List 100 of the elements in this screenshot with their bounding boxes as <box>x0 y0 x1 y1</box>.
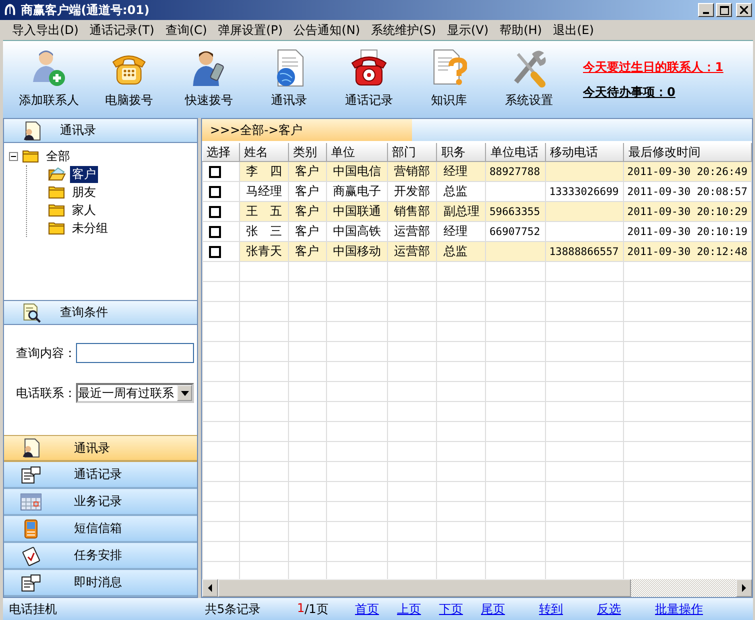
folder-icon <box>22 149 40 163</box>
tree-item[interactable]: 家人 <box>70 202 98 218</box>
document-question-icon <box>431 48 467 88</box>
checkbox[interactable] <box>209 246 221 258</box>
close-button[interactable] <box>736 3 752 17</box>
document-magnifier-icon <box>22 302 42 322</box>
caret-icon <box>180 390 188 396</box>
toolbar-button[interactable]: 电脑拨号 <box>89 46 169 112</box>
record-count: 共5条记录 <box>204 600 262 618</box>
menu-item[interactable]: 通话记录(T) <box>84 22 160 38</box>
table-cell: 客户 <box>288 242 326 262</box>
table-cell: 经理 <box>436 162 486 182</box>
nav-item[interactable]: 即时消息 <box>4 570 197 597</box>
menu-item[interactable]: 弹屏设置(P) <box>213 22 288 38</box>
table-cell: 中国移动 <box>326 242 388 262</box>
toolbar-button[interactable]: 通讯录 <box>249 46 329 112</box>
close-icon <box>740 6 748 14</box>
toolbar-button[interactable]: 快速拨号 <box>169 46 249 112</box>
notice-link[interactable]: 今天待办事项：0 <box>583 84 724 100</box>
pager-link[interactable]: 上页 <box>397 600 421 618</box>
nav-item[interactable]: 短信信箱 <box>4 516 197 543</box>
table-cell: 总监 <box>436 242 486 262</box>
toolbar-button[interactable]: 通话记录 <box>329 46 409 112</box>
column-header[interactable]: 最后修改时间 <box>624 143 752 162</box>
scrollbar-thumb[interactable] <box>218 579 630 597</box>
calendar-icon <box>20 492 42 510</box>
dropdown[interactable]: 最近一周有过联系 <box>76 383 194 403</box>
collapse-toggle-icon[interactable] <box>9 152 18 160</box>
table-cell: 李 四 <box>240 162 289 182</box>
tree-item[interactable]: 客户 <box>70 166 98 182</box>
folder-icon <box>48 185 66 199</box>
checkbox[interactable] <box>209 186 221 198</box>
left-arrow-icon <box>207 584 213 592</box>
window-title: 商赢客户端(通道号:01) <box>21 2 150 18</box>
column-header[interactable]: 单位 <box>326 143 388 162</box>
toolbar-button[interactable]: 添加联系人 <box>9 46 89 112</box>
minimize-button[interactable] <box>698 3 714 17</box>
table-cell: 2011-09-30 20:10:29 <box>624 202 752 222</box>
column-header[interactable]: 职务 <box>436 143 486 162</box>
column-header[interactable]: 部门 <box>387 143 437 162</box>
maximize-icon <box>720 6 728 14</box>
table-cell: 88927788 <box>486 162 546 182</box>
status-text: 电话挂机 <box>8 600 58 618</box>
panel-title: 通讯录 <box>60 122 96 139</box>
telephone-icon <box>349 48 389 88</box>
column-header[interactable]: 选择 <box>202 143 240 162</box>
table-cell: 中国联通 <box>326 202 388 222</box>
table-cell: 运营部 <box>387 242 437 262</box>
table-cell: 客户 <box>288 162 326 182</box>
add-person-icon <box>31 48 67 88</box>
toolbar-button[interactable]: 知识库 <box>409 46 489 112</box>
table-cell: 营销部 <box>387 162 437 182</box>
menu-item[interactable]: 公告通知(N) <box>288 22 366 38</box>
nav-item[interactable]: 通话记录 <box>4 462 197 489</box>
menu-item[interactable]: 查询(C) <box>160 22 212 38</box>
tree-item[interactable]: 全部 <box>44 148 72 164</box>
checkbox[interactable] <box>209 226 221 238</box>
pager-link[interactable]: 首页 <box>355 600 379 618</box>
scroll-left-button[interactable] <box>202 579 218 597</box>
nav-item[interactable]: 通讯录 <box>4 435 197 462</box>
tree-item[interactable]: 朋友 <box>70 184 98 200</box>
pager-link[interactable]: 批量操作 <box>655 600 703 618</box>
checkbox[interactable] <box>209 206 221 218</box>
column-header[interactable]: 单位电话 <box>486 143 546 162</box>
tree-item[interactable]: 未分组 <box>70 220 110 236</box>
message-note-icon <box>21 574 41 592</box>
current-page: 1 <box>297 600 305 616</box>
maximize-button[interactable] <box>716 3 732 17</box>
column-header[interactable]: 类别 <box>288 143 326 162</box>
column-header[interactable]: 姓名 <box>240 143 289 162</box>
query-input[interactable] <box>76 343 194 363</box>
app-icon <box>3 3 17 17</box>
table-cell: 王 五 <box>240 202 289 222</box>
pager-link[interactable]: 反选 <box>597 600 621 618</box>
menu-item[interactable]: 显示(V) <box>442 22 494 38</box>
pager-link[interactable]: 尾页 <box>481 600 505 618</box>
contact-card-icon <box>22 120 42 140</box>
menu-item[interactable]: 退出(E) <box>548 22 599 38</box>
menu-item[interactable]: 帮助(H) <box>494 22 547 38</box>
pager-link[interactable]: 下页 <box>439 600 463 618</box>
menu-item[interactable]: 系统维护(S) <box>366 22 441 38</box>
table-cell: 2011-09-30 20:26:49 <box>624 162 752 182</box>
field-label: 电话联系： <box>16 384 76 402</box>
panel-title: 查询条件 <box>60 304 108 321</box>
table-cell: 59663355 <box>486 202 546 222</box>
table-cell: 13888866557 <box>546 242 624 262</box>
folder-icon <box>48 203 66 217</box>
table-cell: 中国电信 <box>326 162 388 182</box>
horizontal-scrollbar[interactable] <box>202 579 752 597</box>
nav-item[interactable]: 任务安排 <box>4 543 197 570</box>
table-cell: 销售部 <box>387 202 437 222</box>
contact-card-icon <box>21 438 41 458</box>
nav-item[interactable]: 业务记录 <box>4 489 197 516</box>
menu-item[interactable]: 导入导出(D) <box>7 22 84 38</box>
checkbox[interactable] <box>209 166 221 178</box>
toolbar-button[interactable]: 系统设置 <box>489 46 569 112</box>
folder-icon <box>48 221 66 235</box>
pager-link[interactable]: 转到 <box>539 600 563 618</box>
column-header[interactable]: 移动电话 <box>546 143 624 162</box>
scroll-right-button[interactable] <box>736 579 752 597</box>
